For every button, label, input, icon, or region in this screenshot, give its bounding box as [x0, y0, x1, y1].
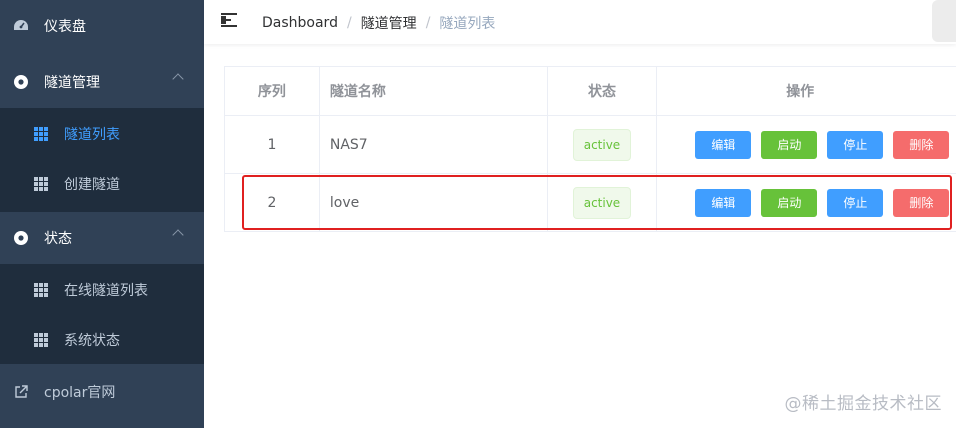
header-cell: 操作 [657, 67, 956, 115]
table-icon [34, 127, 48, 141]
dashboard-icon [13, 18, 29, 34]
tunnel-icon [13, 74, 29, 90]
sidebar-item-online-tunnels[interactable]: 在线隧道列表 [0, 264, 204, 316]
sidebar-item-label: 隧道管理 [44, 75, 100, 91]
sidebar-item-label: 仪表盘 [44, 19, 86, 35]
sidebar-item-label: 系统状态 [64, 333, 120, 349]
name-cell: NAS7 [320, 116, 548, 173]
breadcrumb-home[interactable]: Dashboard [262, 15, 338, 31]
watermark: @稀土掘金技术社区 [784, 394, 942, 414]
navbar: Dashboard / 隧道管理 / 隧道列表 [204, 0, 956, 44]
index-cell: 1 [225, 116, 320, 173]
chevron-up-icon [172, 73, 184, 85]
edit-button[interactable]: 编辑 [695, 130, 752, 159]
table-row: 2 love active 编辑 启动 停止 删除 [225, 174, 956, 232]
table-icon [34, 333, 48, 347]
sidebar-item-label: 状态 [44, 231, 72, 247]
table-icon [34, 283, 48, 297]
sidebar-item-tunnel-mgmt[interactable]: 隧道管理 [0, 56, 204, 108]
sidebar-item-label: 隧道列表 [64, 127, 120, 143]
sidebar: 仪表盘 隧道管理 隧道列表 创建隧道 状态 在线隧道列表 系统状态 cpolar… [0, 0, 204, 428]
table-row: 1 NAS7 active 编辑 启动 停止 删除 [225, 116, 956, 174]
sidebar-item-dashboard[interactable]: 仪表盘 [0, 0, 204, 52]
actions-cell: 编辑 启动 停止 删除 [657, 116, 956, 173]
breadcrumb-current: 隧道列表 [439, 16, 496, 32]
actions-cell: 编辑 启动 停止 删除 [657, 174, 956, 231]
table-icon [34, 177, 48, 191]
sidebar-item-cpolar-site[interactable]: cpolar官网 [0, 366, 204, 418]
stop-button[interactable]: 停止 [827, 188, 884, 217]
name-cell: love [320, 174, 548, 231]
sidebar-item-label: cpolar官网 [44, 385, 116, 401]
avatar[interactable] [932, 0, 956, 42]
chevron-up-icon [172, 229, 184, 241]
status-cell: active [548, 174, 658, 231]
sidebar-item-status[interactable]: 状态 [0, 212, 204, 264]
edit-button[interactable]: 编辑 [695, 188, 752, 217]
start-button[interactable]: 启动 [761, 130, 818, 159]
sidebar-item-label: 在线隧道列表 [64, 283, 148, 299]
table-header: 序列 隧道名称 状态 操作 [225, 67, 956, 116]
tunnel-table: 序列 隧道名称 状态 操作 1 NAS7 active 编辑 启动 停止 删除 … [224, 66, 956, 232]
index-cell: 2 [225, 174, 320, 231]
sidebar-item-tunnel-list[interactable]: 隧道列表 [0, 108, 204, 160]
sidebar-item-label: 创建隧道 [64, 177, 120, 193]
header-cell: 序列 [225, 67, 320, 115]
status-icon [13, 230, 29, 246]
start-button[interactable]: 启动 [761, 188, 818, 217]
sidebar-item-create-tunnel[interactable]: 创建隧道 [0, 158, 204, 210]
status-cell: active [548, 116, 658, 173]
status-badge: active [572, 186, 632, 219]
breadcrumb: Dashboard / 隧道管理 / 隧道列表 [262, 13, 495, 33]
external-link-icon [13, 384, 29, 400]
breadcrumb-separator: / [346, 15, 352, 31]
header-cell: 隧道名称 [320, 67, 548, 115]
sidebar-item-system-status[interactable]: 系统状态 [0, 314, 204, 366]
breadcrumb-separator: / [425, 15, 431, 31]
status-badge: active [572, 128, 632, 161]
delete-button[interactable]: 删除 [893, 130, 950, 159]
hamburger-icon[interactable] [221, 13, 237, 27]
header-cell: 状态 [548, 67, 658, 115]
stop-button[interactable]: 停止 [827, 130, 884, 159]
breadcrumb-section[interactable]: 隧道管理 [361, 13, 417, 33]
delete-button[interactable]: 删除 [893, 188, 950, 217]
